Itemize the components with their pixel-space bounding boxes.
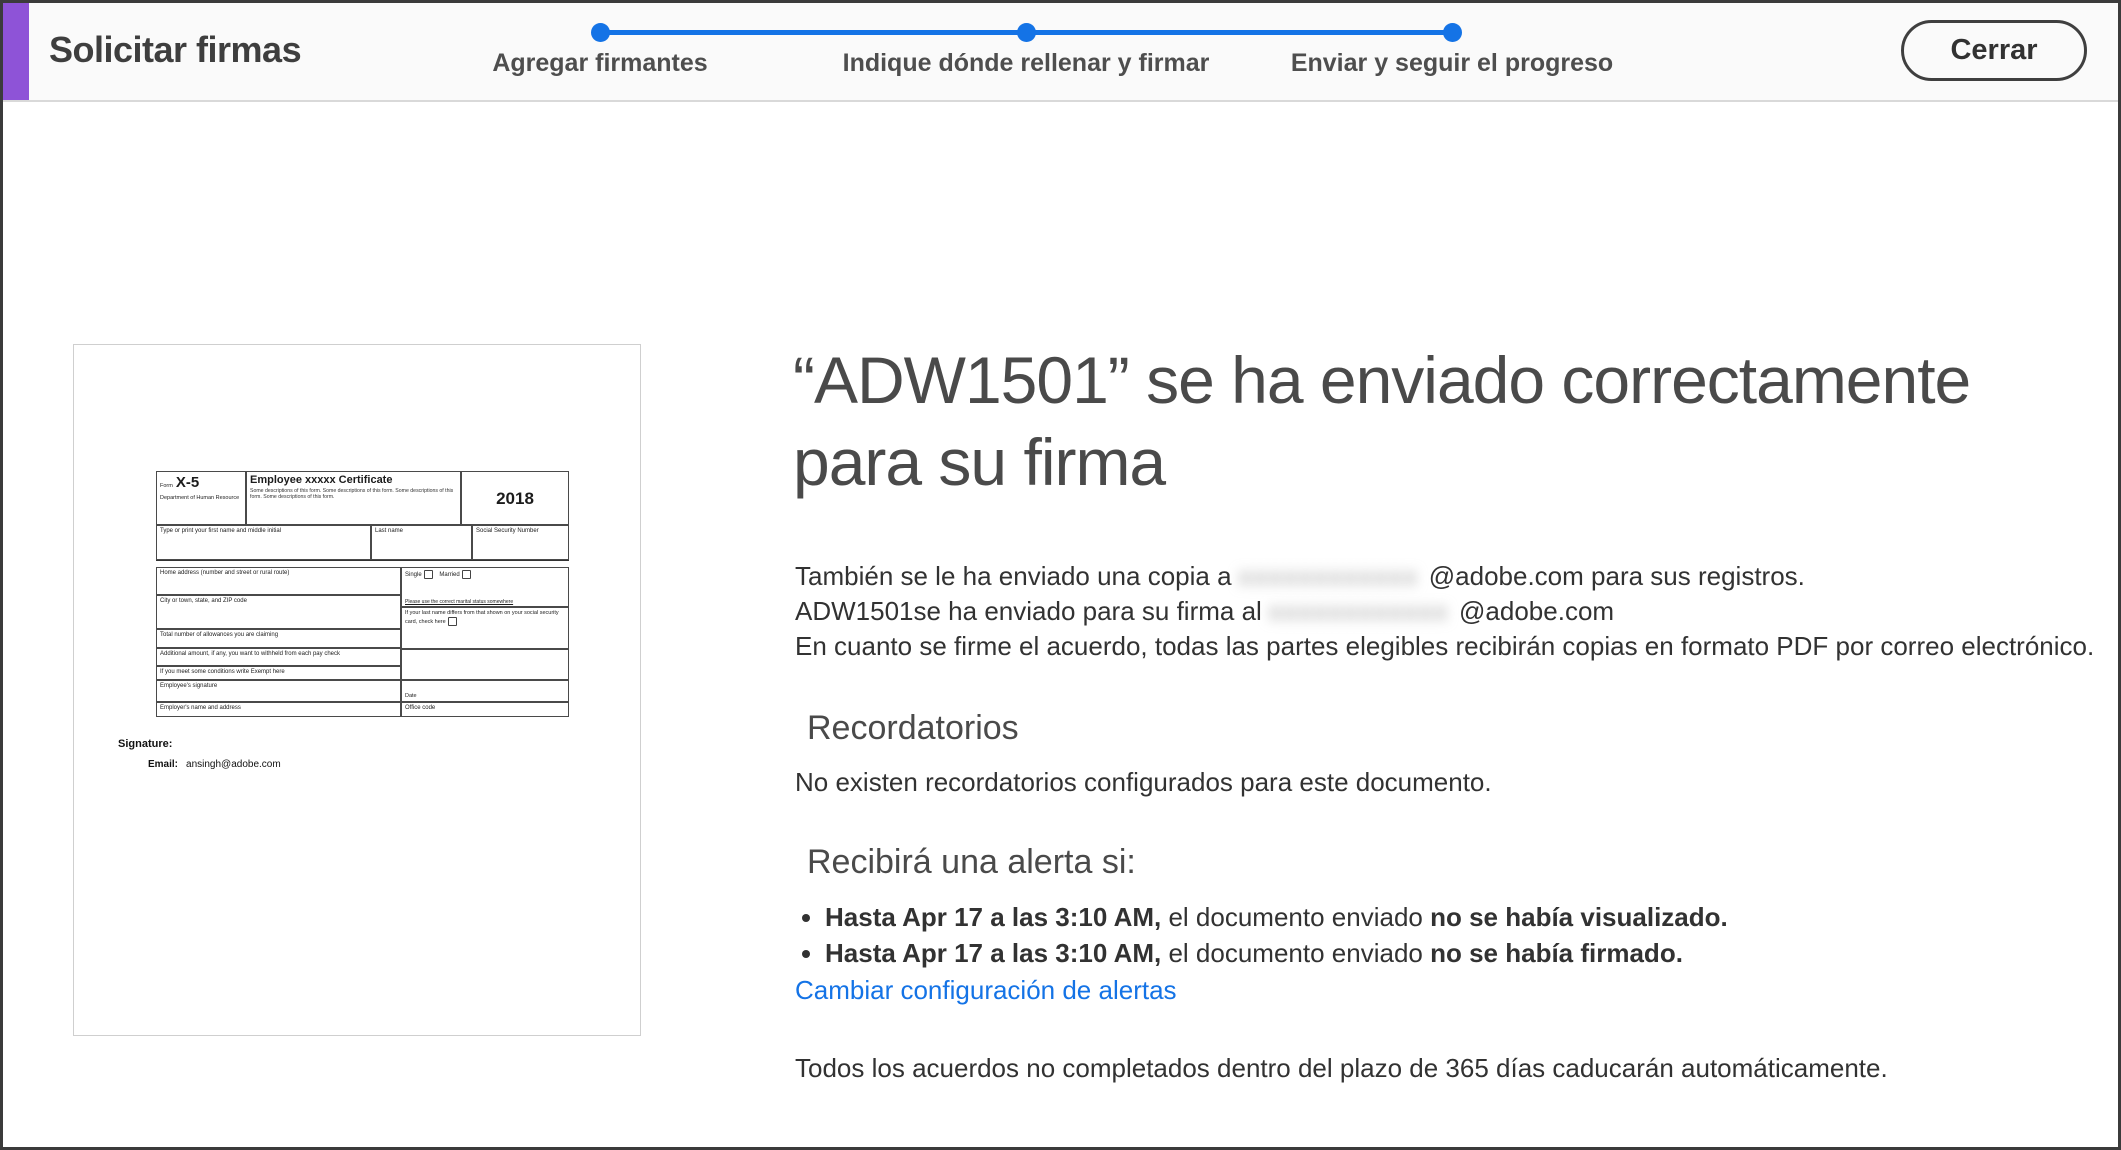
alert-status-1: no se había visualizado. [1430,902,1728,932]
progress-stepper: Agregar firmantes Indique dónde rellenar… [3,3,2118,100]
form-department: Department of Human Resource [160,495,242,502]
success-heading: “ADW1501” se ha enviado correctamente pa… [793,339,2098,503]
sent-for-signature-line: ADW1501se ha enviado para su firma al xx… [795,594,2095,629]
alert-status-2: no se había firmado. [1430,938,1683,968]
form-field-first-name: Type or print your first name and middle… [156,525,371,560]
redacted-email-2: xxxxxxxxxxxx [1269,594,1459,629]
thumbnail-email-label: Email: [148,759,178,770]
alert-date-1: Hasta Apr 17 a las 3:10 AM, [825,902,1161,932]
single-checkbox-icon [424,570,433,579]
thumbnail-signature-label: Signature: [118,738,172,750]
step-dot-add-signers [591,23,610,42]
step-label-add-signers: Agregar firmantes [492,49,707,78]
copy-sent-suffix: @adobe.com para sus registros. [1429,561,1805,591]
alert-mid-1: el documento enviado [1161,902,1430,932]
request-signatures-window: Solicitar firmas Agregar firmantes Indiq… [0,0,2121,1150]
form-field-city: City or town, state, and ZIP code [156,595,401,629]
differs-checkbox-icon [448,617,457,626]
form-year: 2018 [461,471,569,525]
copy-sent-line: También se le ha enviado una copia a xxx… [795,559,2095,594]
pdf-copies-note: En cuanto se firme el acuerdo, todas las… [795,629,2095,664]
redacted-email-1: xxxxxxxxxxxx [1239,559,1429,594]
step-dot-send-track [1443,23,1462,42]
success-heading-line2: para su firma [793,421,2098,503]
sent-for-signature-text: ADW1501se ha enviado para su firma al [795,596,1269,626]
expiry-note: Todos los acuerdos no completados dentro… [795,1053,1888,1084]
form-field-employer: Employer's name and address [156,702,401,717]
form-field-allowances: Total number of allowances you are claim… [156,629,401,648]
header-bar: Solicitar firmas Agregar firmantes Indiq… [3,3,2118,102]
form-empty-cell [401,649,569,680]
alert-list: Hasta Apr 17 a las 3:10 AM, el documento… [803,899,1728,971]
reminders-heading: Recordatorios [807,709,1019,748]
married-checkbox-icon [462,570,471,579]
form-marital-status-cell: Single Married Please use the correct ma… [401,567,569,607]
sent-for-signature-suffix: @adobe.com [1459,596,1614,626]
step-label-send-track: Enviar y seguir el progreso [1291,49,1613,78]
form-title-cell: Employee xxxxx Certificate Some descript… [246,471,461,525]
form-field-employee-signature: Employee's signature [156,680,401,702]
success-heading-line1: “ADW1501” se ha enviado correctamente [793,339,2098,421]
form-preview: FormX-5 Department of Human Resource Emp… [156,471,569,717]
copy-sent-text: También se le ha enviado una copia a [795,561,1239,591]
form-title: Employee xxxxx Certificate [250,474,457,488]
form-field-ssn: Social Security Number [472,525,569,560]
form-id-cell: FormX-5 Department of Human Resource [156,471,246,525]
form-word: Form [160,483,173,489]
form-field-additional-amount: Additional amount, if any, you want to w… [156,648,401,666]
form-differs-note: If your last name differs from that show… [405,610,559,625]
form-name-differs-cell: If your last name differs from that show… [401,607,569,649]
form-date-cell: Date [401,680,569,702]
change-alert-settings-link[interactable]: Cambiar configuración de alertas [795,975,1177,1006]
form-date-label: Date [405,693,417,700]
thumbnail-email-line: Email: ansingh@adobe.com [148,759,281,770]
form-field-last-name: Last name [371,525,472,560]
form-marital-note: Please use the correct marital status so… [405,599,513,605]
alert-item-not-signed: Hasta Apr 17 a las 3:10 AM, el documento… [825,935,1728,971]
form-description: Some descriptions of this form. Some des… [250,488,457,501]
alerts-heading: Recibirá una alerta si: [807,843,1136,882]
alert-date-2: Hasta Apr 17 a las 3:10 AM, [825,938,1161,968]
confirmation-paragraphs: También se le ha enviado una copia a xxx… [795,559,2095,664]
step-dot-place-fields [1017,23,1036,42]
form-field-exempt: If you meet some conditions write Exempt… [156,666,401,680]
step-label-place-fields: Indique dónde rellenar y firmar [843,49,1210,78]
form-single-label: Single [405,572,422,578]
form-number: X-5 [176,474,199,493]
form-office-code-cell: Office code [401,702,569,717]
close-button[interactable]: Cerrar [1901,20,2087,81]
alert-mid-2: el documento enviado [1161,938,1430,968]
thumbnail-email-value: ansingh@adobe.com [186,759,281,770]
form-married-label: Married [439,572,459,578]
reminders-body: No existen recordatorios configurados pa… [795,767,1492,798]
form-field-address: Home address (number and street or rural… [156,567,401,595]
alert-item-not-viewed: Hasta Apr 17 a las 3:10 AM, el documento… [825,899,1728,935]
document-thumbnail: FormX-5 Department of Human Resource Emp… [73,344,641,1036]
